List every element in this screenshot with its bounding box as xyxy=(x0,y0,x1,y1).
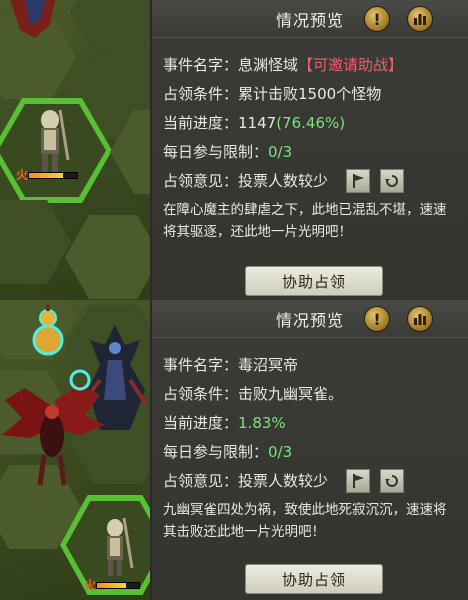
info-icon[interactable]: ! xyxy=(364,6,390,32)
skeleton-soldier-unit[interactable] xyxy=(20,100,80,180)
ranking-icon[interactable] xyxy=(407,6,433,32)
invite-assist-tag: 【可邀请助战】 xyxy=(298,56,404,74)
skeleton-soldier-unit-2[interactable] xyxy=(90,510,140,590)
daily-limit-row: 每日参与限制： 0/3 xyxy=(163,142,293,162)
game-map-1[interactable]: 火 xyxy=(0,0,150,300)
event-description: 在障心魔主的肆虐之下，此地已混乱不堪，速速将其驱逐，还此地一片光明吧！ xyxy=(163,202,447,240)
ranking-icon-2[interactable] xyxy=(407,306,433,332)
assist-occupy-button-2[interactable]: 协助占领 xyxy=(245,564,383,594)
opinion-row-2: 占领意见： 投票人数较少 xyxy=(163,466,468,495)
refresh-icon[interactable] xyxy=(380,168,405,193)
event-description-2: 九幽冥雀四处为祸，致使此地死寂沉沉，速速将其击败还此地一片光明吧！ xyxy=(163,502,447,540)
panel-title-2: 情况预览 xyxy=(275,310,344,330)
game-map-2[interactable]: 火 xyxy=(0,300,150,600)
refresh-icon-2[interactable] xyxy=(380,468,405,493)
fire-element-label: 火 xyxy=(16,168,29,182)
event-name-row: 事件名字： 息渊怪域 【可邀请助战】 xyxy=(163,56,404,74)
nether-sparrow-unit[interactable] xyxy=(0,380,110,490)
progress-count: 1147 xyxy=(238,113,277,132)
progress-percent: (76.46%) xyxy=(276,113,346,132)
progress-percent-2: 1.83% xyxy=(238,413,286,432)
event-card-2: 火 情况预览 ! 事件名字： 毒沼冥帝 占领条件： 击败九幽冥雀。 当前进度： … xyxy=(0,300,468,600)
progress-row-2: 当前进度： 1.83% xyxy=(163,413,286,433)
daily-limit-value: 0/3 xyxy=(268,142,293,161)
opinion-value-2: 投票人数较少 xyxy=(238,472,329,490)
opinion-value: 投票人数较少 xyxy=(238,172,329,190)
teal-orb xyxy=(69,369,91,391)
progress-row: 当前进度： 1147 (76.46%) xyxy=(163,113,346,133)
enemy-unit-partial[interactable] xyxy=(0,0,70,40)
condition-value-2: 击败九幽冥雀。 xyxy=(238,385,344,403)
daily-limit-value-2: 0/3 xyxy=(268,442,293,461)
condition-value: 累计击败1500个怪物 xyxy=(238,85,382,103)
panel-header: 情况预览 ! xyxy=(152,0,468,38)
unit-hp-bar-2 xyxy=(96,582,140,589)
panel-title: 情况预览 xyxy=(275,10,344,30)
info-icon-2[interactable]: ! xyxy=(364,306,390,332)
condition-row-2: 占领条件： 击败九幽冥雀。 xyxy=(163,385,344,403)
condition-row: 占领条件： 累计击败1500个怪物 xyxy=(163,85,382,103)
assist-occupy-button[interactable]: 协助占领 xyxy=(245,266,383,296)
event-card-1: 火 情况预览 ! 事件名字： 息渊怪域 【可邀请助战】 占领条件： 累计击败15… xyxy=(0,0,468,300)
opinion-row: 占领意见： 投票人数较少 xyxy=(163,166,468,195)
event-info-panel-1: 情况预览 ! 事件名字： 息渊怪域 【可邀请助战】 占领条件： 累计击败1500… xyxy=(150,0,468,300)
event-name-row-2: 事件名字： 毒沼冥帝 xyxy=(163,356,299,374)
gourd-item[interactable] xyxy=(28,302,68,362)
flag-icon[interactable] xyxy=(346,168,371,193)
fire-element-label-2: 火 xyxy=(84,578,97,592)
event-name: 息渊怪域 xyxy=(238,56,299,74)
panel-header-2: 情况预览 ! xyxy=(152,300,468,338)
event-info-panel-2: 情况预览 ! 事件名字： 毒沼冥帝 占领条件： 击败九幽冥雀。 当前进度： 1.… xyxy=(150,300,468,600)
event-name-2: 毒沼冥帝 xyxy=(238,356,299,374)
unit-hp-bar xyxy=(28,172,78,179)
flag-icon-2[interactable] xyxy=(346,468,371,493)
daily-limit-row-2: 每日参与限制： 0/3 xyxy=(163,442,293,462)
